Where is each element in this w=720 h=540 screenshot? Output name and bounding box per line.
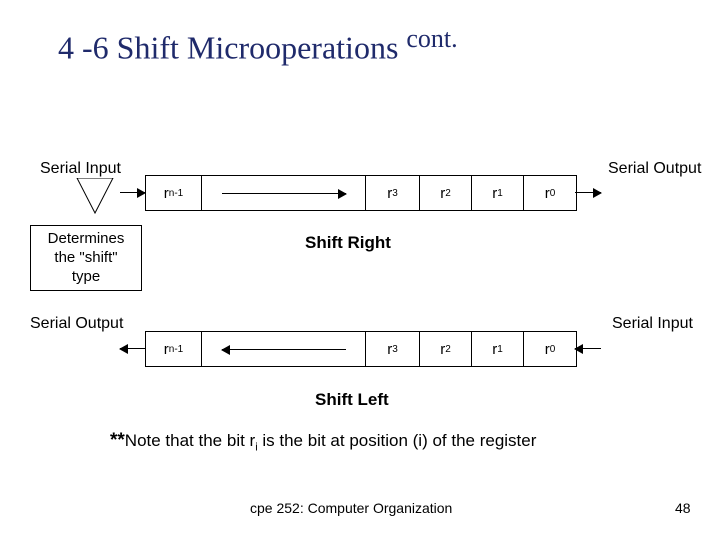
cell2-r3: r3 xyxy=(366,332,420,366)
note-line: **Note that the bit ri is the bit at pos… xyxy=(110,430,536,453)
arrow-in-left xyxy=(575,348,601,349)
footer-text: cpe 252: Computer Organization xyxy=(250,500,452,516)
register-row-2: rn-1 r3 r2 r1 r0 xyxy=(145,331,577,367)
arrow-mid-left xyxy=(222,349,346,350)
cell-r0: r0 xyxy=(524,176,576,210)
page-number: 48 xyxy=(675,500,691,516)
label-serial-input-bottom: Serial Input xyxy=(612,315,693,333)
page-title: 4 -6 Shift Microoperations cont. xyxy=(58,24,458,67)
cell-r2: r2 xyxy=(420,176,472,210)
arrow-mid-right xyxy=(222,193,346,194)
arrow-out-right xyxy=(575,192,601,193)
label-serial-output-bottom: Serial Output xyxy=(30,315,123,333)
register-row-1: rn-1 r3 r2 r1 r0 xyxy=(145,175,577,211)
title-sup: cont. xyxy=(406,24,457,53)
cell2-r1: r1 xyxy=(472,332,524,366)
caption-shift-left: Shift Left xyxy=(315,390,389,410)
arrow-in-right xyxy=(120,192,145,193)
cell-r1: r1 xyxy=(472,176,524,210)
cell2-rn1: rn-1 xyxy=(146,332,202,366)
caption-shift-right: Shift Right xyxy=(305,233,391,253)
cell-r3: r3 xyxy=(366,176,420,210)
cell2-r0: r0 xyxy=(524,332,576,366)
callout-pointer xyxy=(55,178,145,218)
title-main: 4 -6 Shift Microoperations xyxy=(58,30,406,66)
cell-gap-1 xyxy=(202,176,366,210)
callout-determines: Determinesthe "shift"type xyxy=(30,225,142,291)
callout-text: Determinesthe "shift"type xyxy=(48,230,125,285)
label-serial-output-top: Serial Output xyxy=(608,160,701,178)
cell2-gap xyxy=(202,332,366,366)
cell2-r2: r2 xyxy=(420,332,472,366)
cell-rn1: rn-1 xyxy=(146,176,202,210)
label-serial-input-top: Serial Input xyxy=(40,160,121,178)
arrow-out-left xyxy=(120,348,145,349)
